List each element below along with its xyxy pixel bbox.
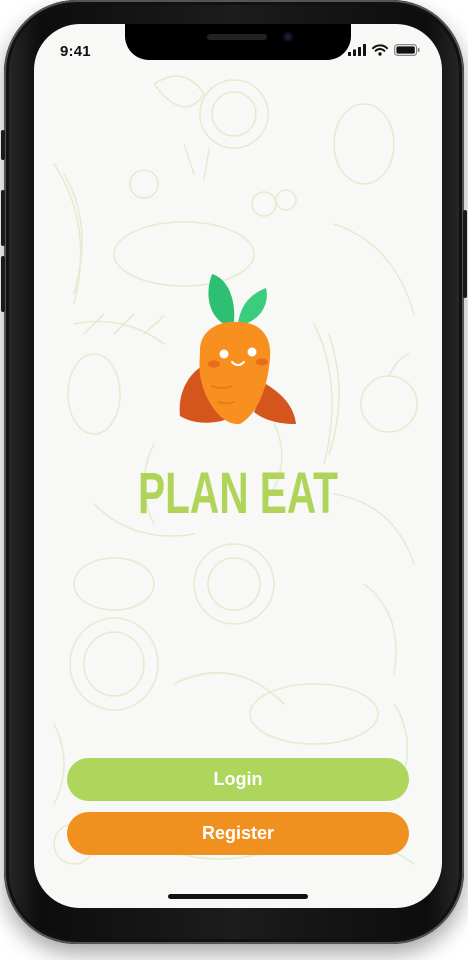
status-icons <box>348 44 420 56</box>
wifi-icon <box>372 44 388 56</box>
register-button[interactable]: Register <box>67 812 409 855</box>
speaker-grille <box>207 34 267 40</box>
status-time: 9:41 <box>60 43 91 60</box>
carrot-mascot-icon <box>179 274 296 425</box>
battery-icon <box>394 44 420 56</box>
login-button[interactable]: Login <box>67 758 409 801</box>
app-name: PLAN EAT <box>137 461 338 526</box>
notch <box>125 24 351 60</box>
signal-icon <box>348 44 366 56</box>
front-camera <box>283 32 293 42</box>
phone-frame: 9:41 PLAN EAT Login Register <box>1 0 467 944</box>
home-indicator[interactable] <box>168 894 308 899</box>
power-button <box>463 210 467 298</box>
volume-up-button <box>1 190 5 246</box>
app-screen: 9:41 PLAN EAT Login Register <box>34 24 442 908</box>
volume-down-button <box>1 256 5 312</box>
mute-switch <box>1 130 5 160</box>
